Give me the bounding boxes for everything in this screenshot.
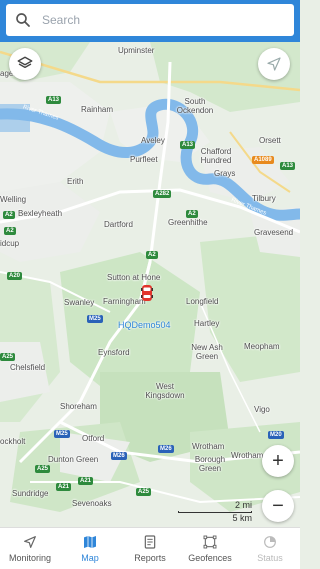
place-label: Rainham (81, 105, 114, 114)
tab-reports[interactable]: Reports (120, 528, 180, 569)
place-label: Eynsford (98, 348, 130, 357)
place-label: Farningham (103, 297, 146, 306)
road-shield: M25 (54, 430, 70, 438)
search-icon (16, 13, 30, 27)
road-shield: M26 (111, 452, 127, 460)
search-input[interactable]: Search (6, 4, 294, 36)
status-icon (264, 536, 276, 548)
zoom-out-button[interactable]: − (262, 490, 294, 522)
place-label: Purfleet (130, 155, 158, 164)
road-shield: A20 (7, 272, 23, 280)
map-view[interactable]: Upminster agenham South Ockendon Rainham… (0, 42, 300, 527)
tab-label: Map (81, 553, 99, 563)
place-label: Tilbury (252, 194, 276, 203)
road-shield: A25 (35, 465, 51, 473)
road-shield: A2 (146, 251, 158, 259)
road-shield: A21 (56, 483, 72, 491)
place-label: Hartley (194, 319, 220, 328)
road-shield: A2 (4, 227, 16, 235)
zoom-in-button[interactable]: + (262, 445, 294, 477)
place-label: South Ockendon (176, 97, 214, 115)
tab-label: Geofences (188, 553, 232, 563)
tab-label: Status (257, 553, 283, 563)
road-shield: M20 (268, 431, 284, 439)
place-label: Welling (0, 195, 27, 204)
document-icon (144, 535, 156, 549)
bottom-tab-bar: Monitoring Map Reports Geofences Status (0, 527, 300, 569)
road-shield: A25 (0, 353, 16, 361)
place-label: Dunton Green (48, 455, 99, 464)
place-label: Sevenoaks (72, 499, 112, 508)
place-label: Chafford Hundred (200, 147, 232, 165)
place-label: Orsett (259, 136, 281, 145)
locate-button[interactable] (258, 48, 290, 80)
place-label: New Ash Green (191, 343, 223, 361)
search-placeholder: Search (42, 13, 81, 27)
road-shield: M25 (87, 315, 103, 323)
place-label: Upminster (118, 46, 155, 55)
place-label: Gravesend (254, 228, 294, 237)
place-label: idcup (0, 239, 20, 248)
place-label: Borough Green (194, 455, 226, 473)
scale-miles: 2 mi (234, 500, 252, 510)
tab-status[interactable]: Status (240, 528, 300, 569)
scale-bar: 2 mi 5 km (178, 500, 252, 524)
location-arrow-icon (267, 57, 281, 71)
place-label: Chelsfield (10, 363, 46, 372)
map-icon (84, 536, 96, 548)
place-label: Swanley (64, 298, 95, 307)
tab-label: Reports (134, 553, 166, 563)
road-shield: A282 (153, 190, 172, 198)
place-label: Grays (214, 169, 236, 178)
place-label: Wrotham (192, 442, 225, 451)
layers-button[interactable] (9, 48, 41, 80)
car-icon[interactable] (141, 284, 153, 302)
layers-icon (17, 56, 33, 69)
tab-geofences[interactable]: Geofences (180, 528, 240, 569)
place-label: Otford (82, 434, 105, 443)
place-label: West Kingsdown (145, 382, 185, 400)
vehicle-label[interactable]: HQDemo504 (118, 320, 171, 330)
place-label: Sutton at Hone (107, 273, 161, 282)
road-shield: A25 (136, 488, 152, 496)
place-label: Greenhithe (168, 218, 208, 227)
road-shield: M26 (158, 445, 174, 453)
place-label: Vigo (254, 405, 270, 414)
road-shield: A21 (78, 477, 94, 485)
place-label: Shoreham (60, 402, 97, 411)
road-shield: A2 (186, 210, 198, 218)
place-label: Dartford (104, 220, 133, 229)
place-label: Longfield (186, 297, 219, 306)
place-label: ockholt (0, 437, 26, 446)
top-bar: Search (0, 0, 300, 42)
road-shield: A13 (46, 96, 62, 104)
tab-label: Monitoring (8, 553, 52, 563)
geofence-icon (203, 535, 217, 549)
place-label: Aveley (141, 136, 165, 145)
road-shield: A13 (280, 162, 296, 170)
place-label: Bexleyheath (18, 209, 63, 218)
tab-map[interactable]: Map (60, 528, 120, 569)
scale-km: 5 km (232, 513, 252, 523)
place-label: Meopham (244, 342, 280, 351)
place-label: Sundridge (12, 489, 49, 498)
tab-monitoring[interactable]: Monitoring (0, 528, 60, 569)
place-label: Erith (67, 177, 84, 186)
navigation-arrow-icon (24, 536, 36, 548)
road-shield: A1089 (252, 156, 274, 164)
road-shield: A13 (180, 141, 196, 149)
road-shield: A2 (3, 211, 15, 219)
